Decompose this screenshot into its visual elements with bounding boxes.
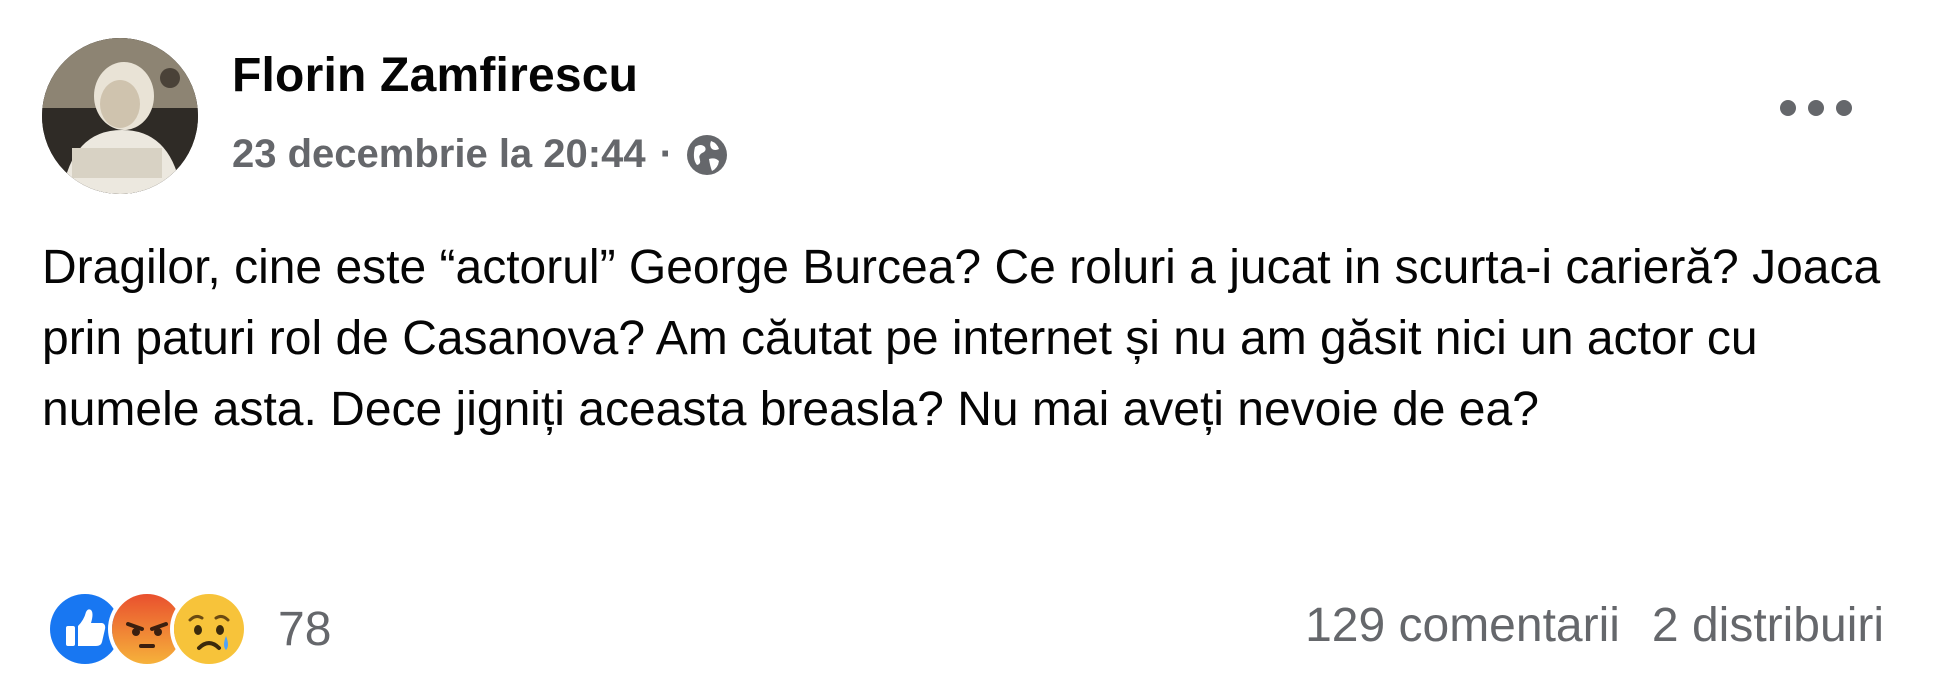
sad-icon — [170, 590, 248, 668]
author-avatar[interactable] — [42, 38, 198, 194]
more-options-icon[interactable] — [1780, 90, 1852, 126]
more-dot — [1780, 100, 1796, 116]
post-meta: 23 decembrie la 20:44 · — [232, 132, 729, 177]
globe-icon[interactable] — [685, 133, 729, 177]
meta-separator: · — [659, 132, 673, 176]
post-text: Dragilor, cine este “actorul” George Bur… — [42, 241, 1881, 436]
author-name[interactable]: Florin Zamfirescu — [232, 48, 638, 103]
comments-link[interactable]: 129 comentarii — [1305, 598, 1620, 653]
stats-gap — [1620, 598, 1652, 653]
avatar-photo — [42, 38, 198, 194]
post-timestamp[interactable]: 23 decembrie la 20:44 — [232, 132, 646, 177]
more-dot — [1836, 100, 1852, 116]
reactions-count: 78 — [278, 602, 332, 656]
shares-link[interactable]: 2 distribuiri — [1652, 598, 1884, 653]
more-dot — [1808, 100, 1824, 116]
post-stats: 129 comentarii 2 distribuiri — [1305, 598, 1884, 653]
reactions-summary[interactable]: 78 — [46, 590, 331, 668]
facebook-post: Florin Zamfirescu 23 decembrie la 20:44 … — [0, 0, 1952, 700]
